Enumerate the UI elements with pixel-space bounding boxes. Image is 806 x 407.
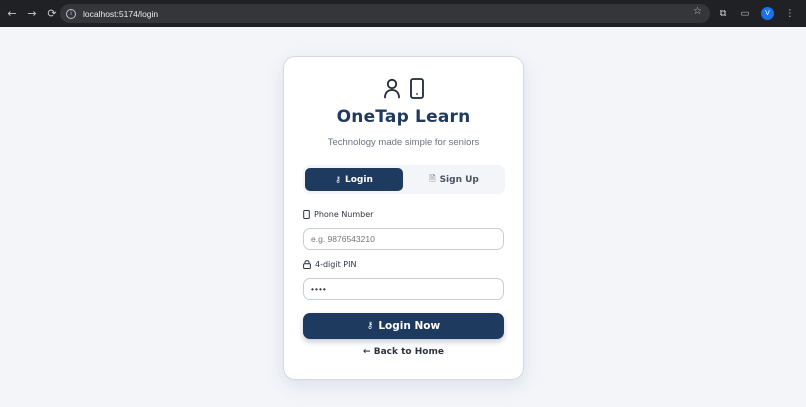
browser-toolbar: ← → ⟳ i localhost:5174/login ☆ ⧉ ▭ V ⋮: [0, 0, 806, 27]
profile-avatar[interactable]: V: [761, 7, 774, 20]
key-icon: ⚷: [335, 175, 341, 184]
extensions-icon[interactable]: ⧉: [712, 4, 734, 23]
logo: [284, 78, 523, 99]
tab-login[interactable]: ⚷ Login: [305, 168, 403, 191]
login-now-button[interactable]: ⚷ Login Now: [303, 313, 504, 339]
back-to-home-link[interactable]: ← Back to Home: [284, 347, 523, 357]
address-bar[interactable]: i localhost:5174/login ☆: [60, 4, 710, 23]
phone-label: Phone Number: [303, 210, 373, 219]
tagline: Technology made simple for seniors: [327, 137, 480, 148]
key-icon: ⚷: [366, 321, 374, 331]
login-card: OneTap Learn Technology made simple for …: [283, 56, 524, 380]
reload-icon[interactable]: ⟳: [42, 4, 62, 24]
phone-input[interactable]: [303, 228, 504, 250]
browser-menu-icon[interactable]: ⋮: [779, 4, 801, 23]
user-icon: [383, 78, 400, 99]
document-icon: 🗎: [429, 173, 436, 183]
tab-signup-label: Sign Up: [439, 174, 479, 185]
pin-label: 4-digit PIN: [303, 260, 356, 269]
pin-label-text: 4-digit PIN: [315, 260, 357, 269]
tab-login-label: Login: [345, 174, 373, 185]
phone-label-text: Phone Number: [314, 210, 374, 219]
media-controls-icon[interactable]: ▭: [734, 4, 756, 23]
login-now-label: Login Now: [378, 320, 441, 332]
pin-input[interactable]: [303, 278, 504, 300]
phone-icon: [303, 210, 310, 219]
tab-signup[interactable]: 🗎 Sign Up: [405, 168, 503, 191]
url-text[interactable]: localhost:5174/login: [83, 9, 158, 19]
site-info-icon[interactable]: i: [66, 8, 76, 19]
back-icon[interactable]: ←: [2, 4, 22, 24]
bookmark-star-icon[interactable]: ☆: [693, 6, 702, 17]
mobile-phone-icon: [409, 78, 424, 99]
forward-icon[interactable]: →: [22, 4, 42, 24]
lock-icon: [303, 260, 311, 269]
auth-tabs: ⚷ Login 🗎 Sign Up: [303, 165, 505, 194]
brand-title: OneTap Learn: [336, 107, 471, 127]
